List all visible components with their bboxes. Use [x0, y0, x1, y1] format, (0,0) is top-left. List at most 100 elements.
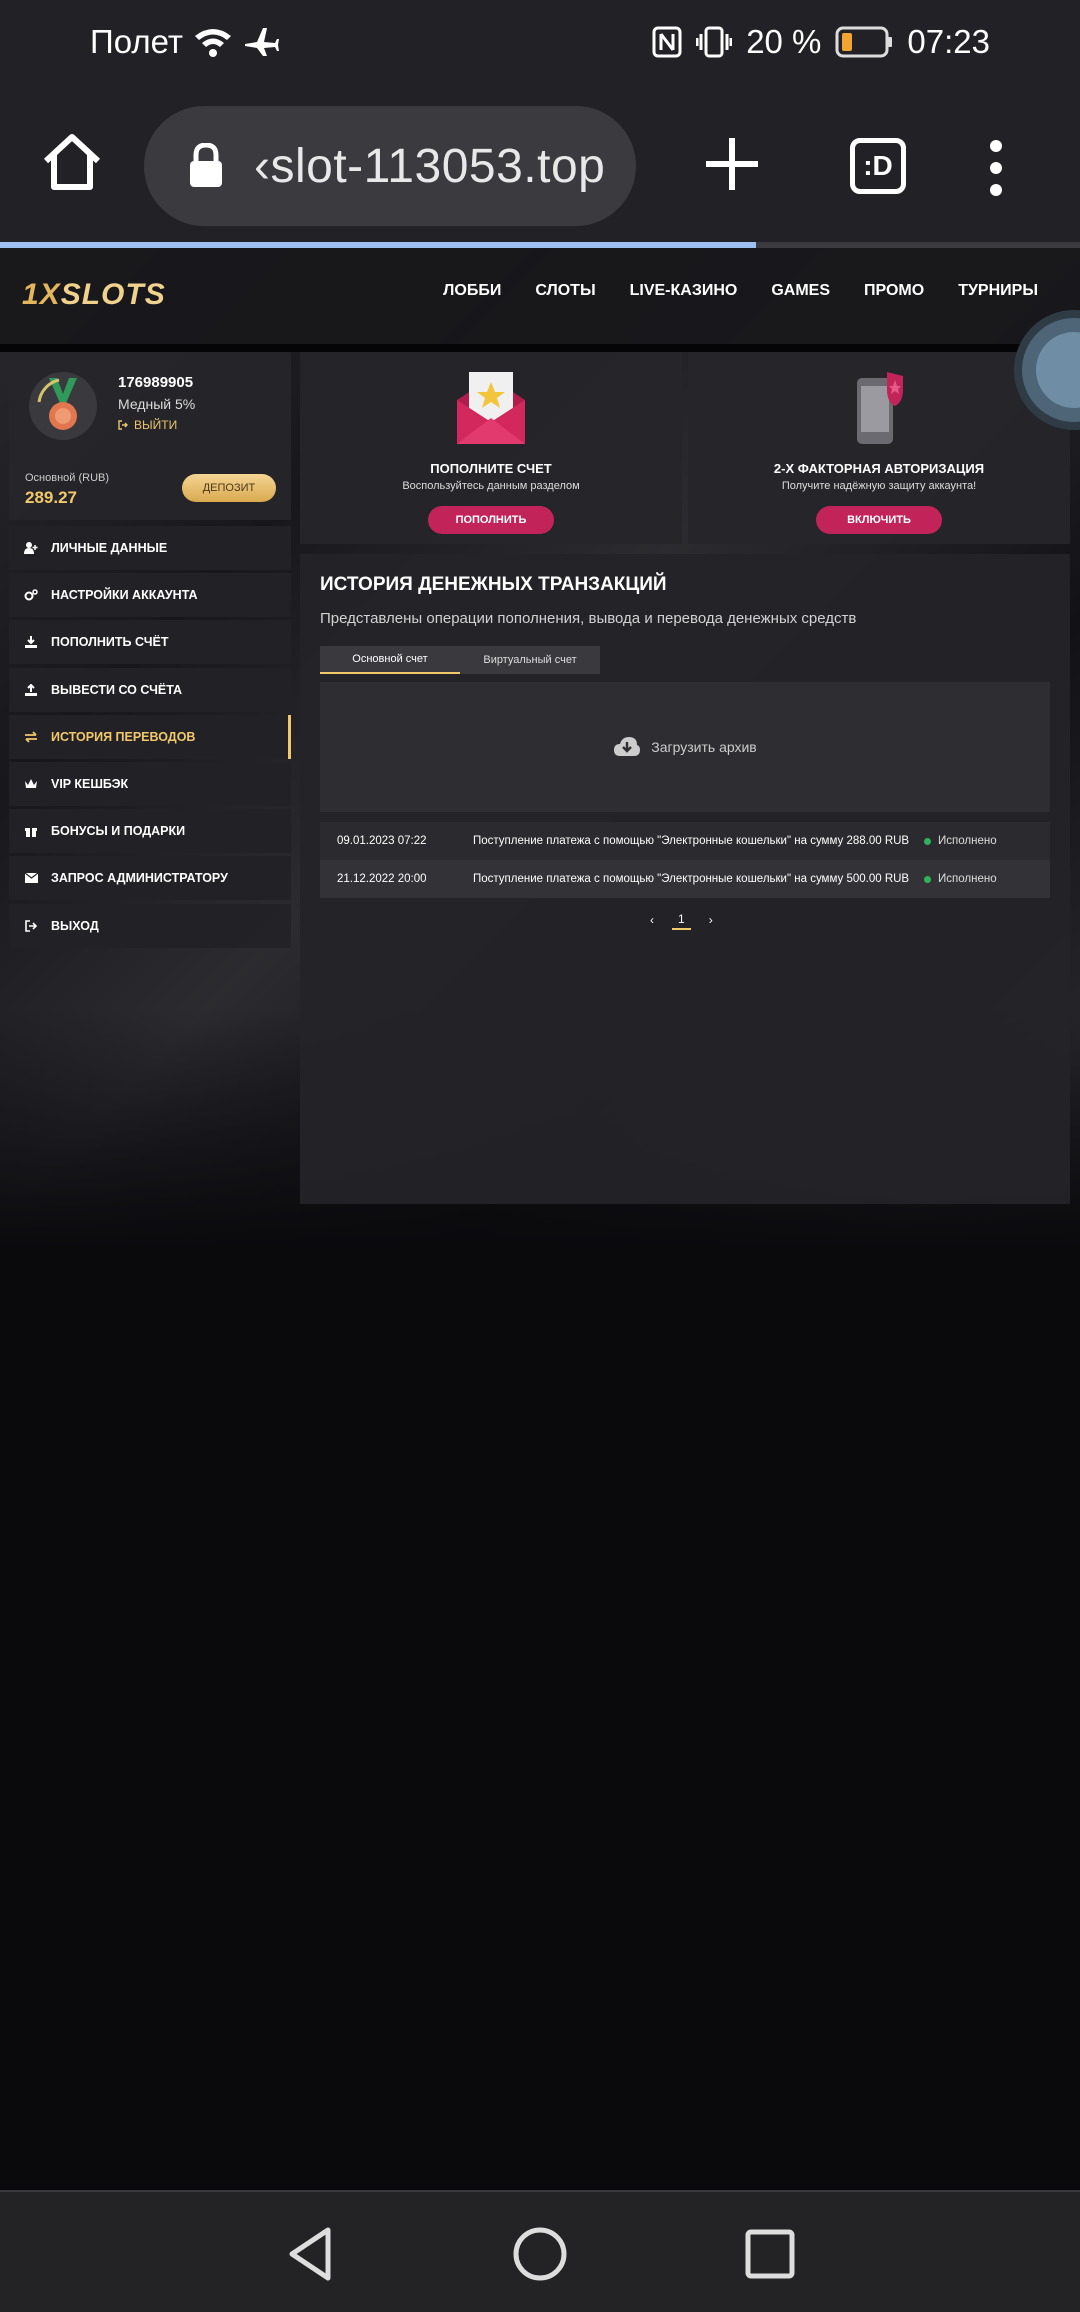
upload-icon	[23, 683, 39, 697]
menu-item-label: ИСТОРИЯ ПЕРЕВОДОВ	[51, 729, 196, 744]
table-row: 21.12.2022 20:00 Поступление платежа с п…	[320, 860, 1050, 898]
logo-text: SLOTS	[60, 278, 166, 311]
nav-slots[interactable]: СЛОТЫ	[535, 282, 595, 300]
more-menu-icon[interactable]	[986, 138, 1006, 198]
card-subtitle: Воспользуйтесь данным разделом	[402, 480, 580, 492]
tx-date: 21.12.2022 20:00	[337, 873, 427, 885]
system-nav-bar	[0, 2190, 1080, 2312]
header-divider	[0, 344, 1080, 352]
top-up-button[interactable]: ПОПОЛНИТЬ	[428, 506, 554, 534]
tx-date: 09.01.2023 07:22	[337, 835, 427, 847]
tab-virtual-account[interactable]: Виртуальный счет	[460, 646, 600, 674]
status-badge: Исполнено	[920, 873, 997, 885]
menu-item-vip-cashback[interactable]: VIP КЕШБЭК	[9, 761, 291, 806]
next-page-icon[interactable]: ›	[709, 913, 713, 927]
account-label: Основной (RUB)	[25, 472, 110, 484]
site-logo[interactable]: 1XSLOTS	[22, 278, 166, 312]
cloud-download-icon	[614, 737, 641, 756]
address-bar[interactable]: ‹slot-113053.top	[144, 106, 636, 226]
menu-item-transfer-history[interactable]: ИСТОРИЯ ПЕРЕВОДОВ	[9, 714, 291, 759]
home-nav-icon[interactable]	[510, 2224, 570, 2284]
status-dot	[924, 837, 931, 845]
url-text: ‹slot-113053.top	[254, 139, 606, 193]
lock-icon	[190, 143, 222, 187]
logout-link[interactable]: ВЫЙТИ	[118, 418, 177, 432]
transactions-panel: ИСТОРИЯ ДЕНЕЖНЫХ ТРАНЗАКЦИЙ Представлены…	[300, 554, 1070, 1204]
menu-item-personal-data[interactable]: ЛИЧНЫЕ ДАННЫЕ	[9, 526, 291, 570]
carrier-label: Полет	[90, 23, 183, 60]
gears-icon	[23, 588, 39, 602]
battery-icon	[835, 26, 893, 58]
gift-icon	[23, 824, 39, 838]
nav-lobby[interactable]: ЛОББИ	[443, 282, 501, 300]
wifi-icon	[193, 26, 233, 58]
recents-icon[interactable]	[740, 2224, 800, 2284]
loyalty-level: Медный 5%	[118, 396, 196, 412]
main-nav: ЛОББИ СЛОТЫ LIVE-КАЗИНО GAMES ПРОМО ТУРН…	[443, 282, 1038, 300]
nfc-icon	[652, 26, 682, 58]
download-archive-button[interactable]: Загрузить архив	[320, 682, 1050, 812]
enable-2fa-button[interactable]: ВКЛЮЧИТЬ	[816, 506, 942, 534]
deposit-button[interactable]: ДЕПОЗИТ	[182, 474, 276, 502]
tabs-label: :D	[863, 150, 893, 181]
user-plus-icon	[23, 541, 39, 555]
nav-games[interactable]: GAMES	[771, 282, 830, 300]
browser-toolbar: ‹slot-113053.top :D	[0, 84, 1080, 242]
logo-prefix: 1X	[22, 278, 61, 311]
menu-item-deposit[interactable]: ПОПОЛНИТЬ СЧЁТ	[9, 620, 291, 665]
tab-main-account[interactable]: Основной счет	[320, 646, 460, 674]
menu-item-bonuses[interactable]: БОНУСЫ И ПОДАРКИ	[9, 809, 291, 854]
clock: 07:23	[907, 23, 990, 60]
account-tabs: Основной счет Виртуальный счет	[320, 646, 600, 674]
logout-label: ВЫЙТИ	[134, 418, 178, 432]
menu-item-label: БОНУСЫ И ПОДАРКИ	[51, 824, 186, 839]
deposit-promo-card: ПОПОЛНИТЕ СЧЕТ Воспользуйтесь данным раз…	[300, 352, 682, 544]
balance-value: 289.27	[25, 488, 77, 507]
menu-item-label: ВЫХОД	[51, 918, 99, 933]
nav-promo[interactable]: ПРОМО	[864, 282, 924, 300]
download-icon	[23, 635, 39, 649]
menu-item-label: ВЫВЕСТИ СО СЧЁТА	[51, 682, 183, 697]
menu-item-account-settings[interactable]: НАСТРОЙКИ АККАУНТА	[9, 573, 291, 618]
medal-icon	[29, 372, 97, 440]
vibrate-icon	[696, 26, 733, 58]
menu-item-label: ЗАПРОС АДМИНИСТРАТОРУ	[51, 871, 228, 886]
menu-item-admin-request[interactable]: ЗАПРОС АДМИНИСТРАТОРУ	[9, 856, 291, 901]
status-dot	[924, 875, 931, 883]
menu-item-withdraw[interactable]: ВЫВЕСТИ СО СЧЁТА	[9, 667, 291, 712]
phone-shield-icon	[857, 372, 903, 444]
prev-page-icon[interactable]: ‹	[650, 913, 654, 927]
menu-item-label: VIP КЕШБЭК	[51, 776, 129, 791]
tx-description: Поступление платежа с помощью "Электронн…	[473, 834, 910, 847]
table-row: 09.01.2023 07:22 Поступление платежа с п…	[320, 822, 1050, 860]
pagination: ‹ 1 ›	[650, 910, 713, 930]
tx-status: Исполнено	[938, 873, 997, 885]
new-tab-icon[interactable]	[702, 134, 762, 194]
tx-description: Поступление платежа с помощью "Электронн…	[473, 872, 910, 885]
menu-item-exit[interactable]: ВЫХОД	[9, 903, 291, 948]
card-title: ПОПОЛНИТЕ СЧЕТ	[430, 461, 552, 476]
account-menu: ЛИЧНЫЕ ДАННЫЕ НАСТРОЙКИ АККАУНТА ПОПОЛНИ…	[9, 526, 291, 951]
crown-icon	[23, 777, 39, 791]
tabs-button[interactable]: :D	[850, 138, 906, 194]
exit-icon	[23, 919, 39, 933]
logout-icon	[118, 420, 128, 430]
back-icon[interactable]	[280, 2224, 340, 2284]
nav-tournaments[interactable]: ТУРНИРЫ	[958, 282, 1038, 300]
airplane-icon	[243, 26, 279, 58]
two-factor-card: 2-Х ФАКТОРНАЯ АВТОРИЗАЦИЯ Получите надёж…	[688, 352, 1070, 544]
status-bar: Полет 20 % 07:23	[0, 0, 1080, 84]
page-description: Представлены операции пополнения, вывода…	[320, 610, 857, 627]
card-subtitle: Получите надёжную защиту аккаунта!	[781, 480, 977, 492]
transfer-icon	[23, 730, 39, 744]
home-icon[interactable]	[40, 131, 104, 195]
tx-status: Исполнено	[938, 835, 997, 847]
battery-percent: 20 %	[746, 23, 822, 60]
page-number[interactable]: 1	[672, 910, 691, 930]
profile-card: 176989905 Медный 5% ВЫЙТИ Основной (RUB)…	[9, 352, 291, 520]
site-header: 1XSLOTS ЛОББИ СЛОТЫ LIVE-КАЗИНО GAMES ПР…	[0, 248, 1080, 344]
page-title: ИСТОРИЯ ДЕНЕЖНЫХ ТРАНЗАКЦИЙ	[320, 574, 667, 595]
menu-item-label: ПОПОЛНИТЬ СЧЁТ	[51, 635, 169, 650]
nav-live-casino[interactable]: LIVE-КАЗИНО	[630, 282, 738, 300]
envelope-star-icon	[457, 372, 525, 444]
